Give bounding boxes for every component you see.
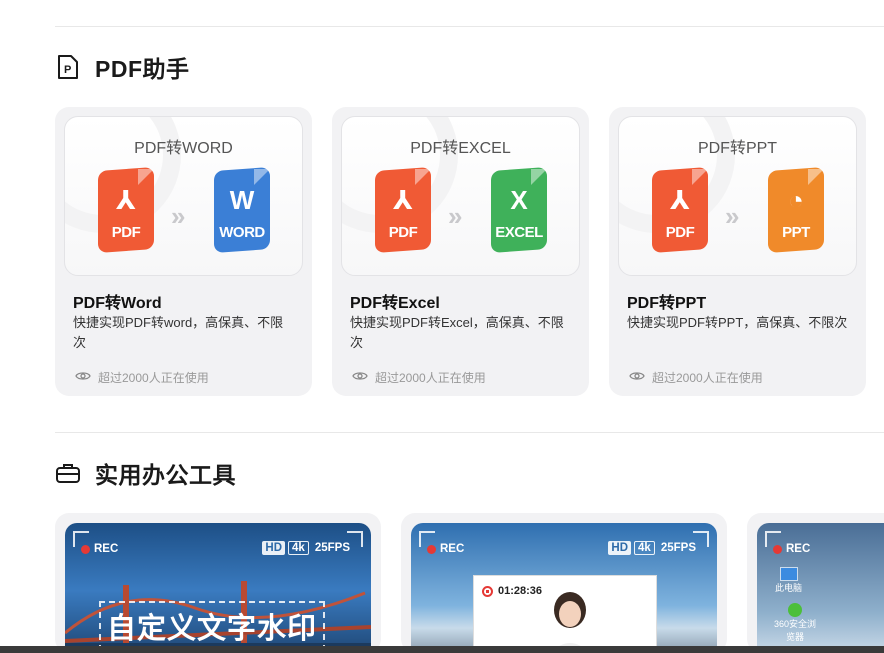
browser-icon bbox=[788, 603, 802, 617]
watermark-text: 自定义文字水印 bbox=[99, 601, 326, 651]
recording-preview: REC HD 4k 25FPS 01:28:36 bbox=[411, 523, 717, 653]
pdf-section-title: PDF助手 bbox=[95, 56, 190, 82]
card-name: PDF转Excel bbox=[350, 295, 440, 312]
pdf-section-header: P PDF助手 bbox=[55, 50, 190, 84]
card-name: PDF转Word bbox=[73, 295, 162, 312]
card-description: 快捷实现PDF转Excel，高保真、不限次 bbox=[350, 315, 564, 350]
card-description: 快捷实现PDF转word，高保真、不限次 bbox=[73, 315, 284, 350]
pdf-to-word-card[interactable]: PDF转WORD ⅄ PDF » W WORD PDF转Word 快捷实现PDF转w… bbox=[55, 107, 312, 396]
thumbnail-title: PDF转WORD bbox=[134, 140, 233, 157]
computer-icon bbox=[779, 567, 798, 581]
record-dot-icon bbox=[773, 544, 782, 554]
rec-indicator: REC bbox=[773, 543, 810, 555]
arrow-icon: » bbox=[725, 201, 740, 231]
usage-text: 超过2000人正在使用 bbox=[98, 371, 209, 385]
desktop-icon-browser: 360安全浏览器 bbox=[771, 603, 819, 643]
quality-badges: HD 4k 25FPS bbox=[262, 541, 353, 555]
desktop-icon-computer: 此电脑 bbox=[775, 567, 802, 594]
recording-preview: REC 此电脑 360安全浏览器 bbox=[757, 523, 884, 653]
record-timer: 01:28:36 bbox=[482, 585, 542, 597]
hd-badge: HD bbox=[262, 541, 286, 555]
card-thumbnail: PDF转WORD ⅄ PDF » W WORD bbox=[64, 116, 303, 276]
usage-text: 超过2000人正在使用 bbox=[652, 371, 763, 385]
pdf-file-icon: ⅄ PDF bbox=[98, 167, 154, 253]
rec-indicator: REC bbox=[81, 543, 118, 555]
tools-section-title: 实用办公工具 bbox=[95, 462, 236, 488]
eye-icon bbox=[75, 370, 91, 385]
usage-info: 超过2000人正在使用 bbox=[629, 369, 763, 386]
camera-window: 01:28:36 bbox=[473, 575, 657, 653]
card-thumbnail: PDF转EXCEL ⅄ PDF » X EXCEL bbox=[341, 116, 580, 276]
eye-icon bbox=[352, 370, 368, 385]
pdf-document-icon: P bbox=[55, 54, 81, 80]
section-divider bbox=[55, 432, 884, 433]
word-file-icon: W WORD bbox=[214, 167, 270, 253]
4k-badge: 4k bbox=[288, 541, 309, 555]
recording-preview: REC HD 4k 25FPS 自定义文字水印 bbox=[65, 523, 371, 653]
record-dot-icon bbox=[427, 544, 436, 554]
usage-text: 超过2000人正在使用 bbox=[375, 371, 486, 385]
card-name: PDF转PPT bbox=[627, 295, 707, 312]
usage-info: 超过2000人正在使用 bbox=[352, 369, 486, 386]
fps-badge: 25FPS bbox=[660, 542, 696, 554]
briefcase-icon bbox=[55, 460, 81, 486]
person-avatar bbox=[550, 592, 590, 653]
pdf-file-icon: ⅄ PDF bbox=[652, 167, 708, 253]
pdf-to-excel-card[interactable]: PDF转EXCEL ⅄ PDF » X EXCEL PDF转Excel 快捷实现PD… bbox=[332, 107, 589, 396]
bottom-bar bbox=[0, 646, 884, 653]
video-recorder-card[interactable]: REC HD 4k 25FPS 01:28:36 bbox=[401, 513, 727, 653]
usage-info: 超过2000人正在使用 bbox=[75, 369, 209, 386]
eye-icon bbox=[629, 370, 645, 385]
card-description: 快捷实现PDF转PPT，高保真、不限次 bbox=[627, 315, 848, 330]
svg-text:P: P bbox=[64, 64, 71, 76]
top-divider bbox=[55, 26, 884, 27]
thumbnail-title: PDF转EXCEL bbox=[410, 140, 511, 157]
ppt-file-icon: ◔ PPT bbox=[768, 167, 824, 253]
pdf-to-ppt-card[interactable]: PDF转PPT ⅄ PDF » ◔ PPT PDF转PPT 快捷实现PDF转PPT，… bbox=[609, 107, 866, 396]
excel-file-icon: X EXCEL bbox=[491, 167, 547, 253]
quality-badges: HD 4k 25FPS bbox=[608, 541, 699, 555]
card-thumbnail: PDF转PPT ⅄ PDF » ◔ PPT bbox=[618, 116, 857, 276]
thumbnail-title: PDF转PPT bbox=[697, 140, 778, 157]
rec-indicator: REC bbox=[427, 543, 464, 555]
arrow-icon: » bbox=[171, 201, 186, 231]
tools-section-header: 实用办公工具 bbox=[55, 456, 236, 490]
4k-badge: 4k bbox=[634, 541, 655, 555]
arrow-icon: » bbox=[448, 201, 463, 231]
pdf-file-icon: ⅄ PDF bbox=[375, 167, 431, 253]
watermark-recorder-card[interactable]: REC HD 4k 25FPS 自定义文字水印 bbox=[55, 513, 381, 653]
record-dot-icon bbox=[81, 544, 90, 554]
hd-badge: HD bbox=[608, 541, 632, 555]
stop-record-icon bbox=[482, 585, 493, 597]
fps-badge: 25FPS bbox=[314, 542, 350, 554]
screen-recorder-card[interactable]: REC 此电脑 360安全浏览器 bbox=[747, 513, 884, 653]
